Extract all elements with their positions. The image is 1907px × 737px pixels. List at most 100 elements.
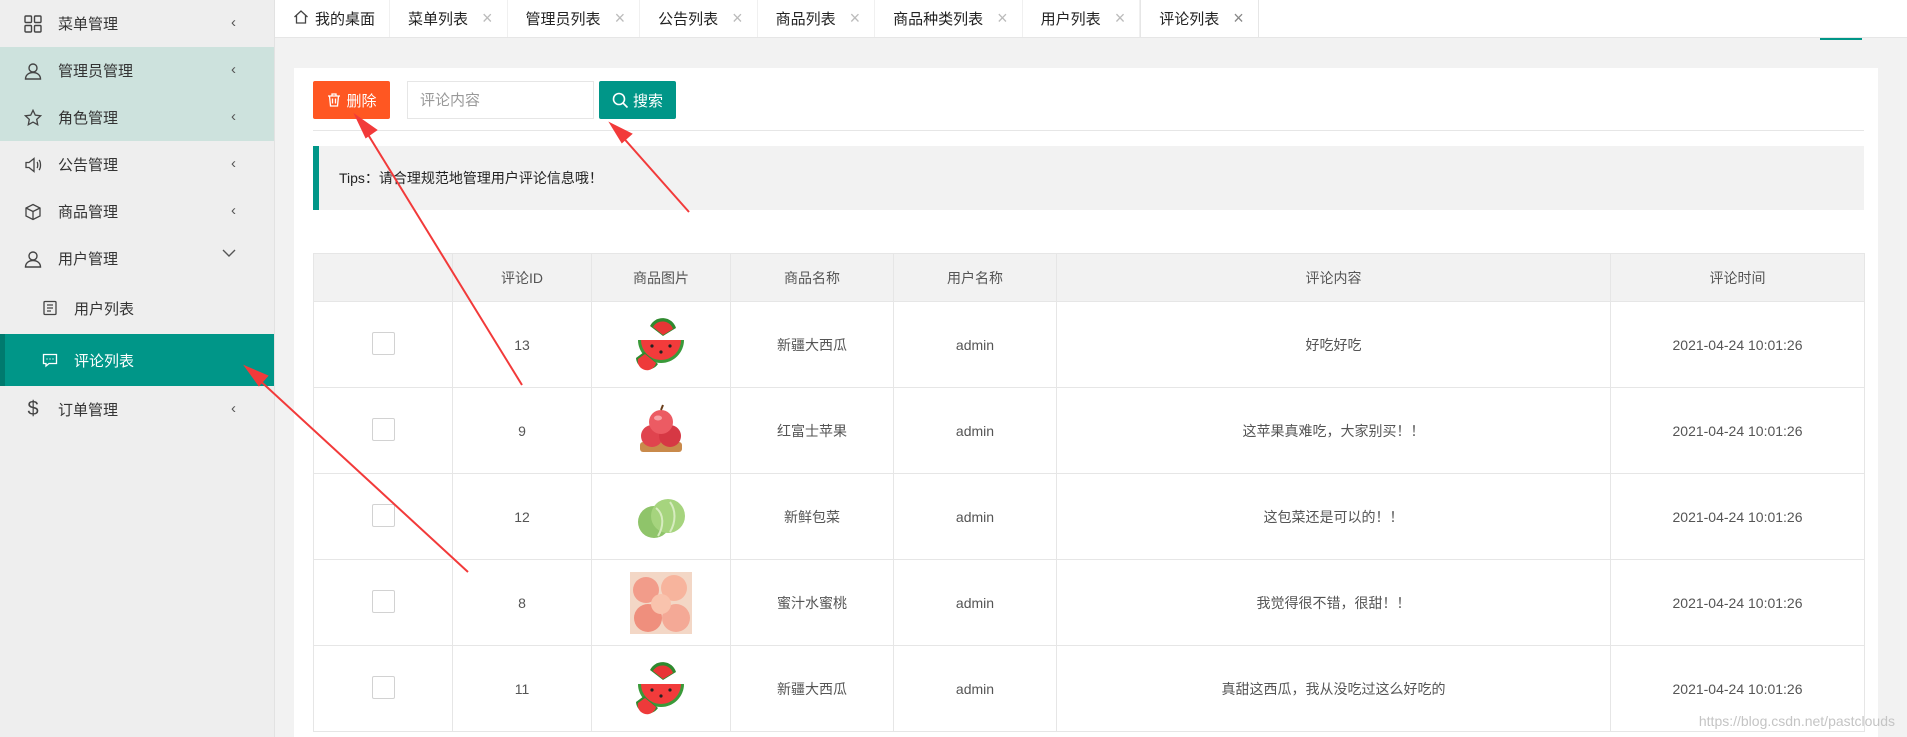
row-checkbox[interactable] [371,503,395,527]
sidebar-item-user-list[interactable]: 用户列表 [0,282,274,334]
comment-id: 12 [452,473,592,560]
column-header[interactable]: 商品名称 [730,253,894,302]
column-header [313,253,453,302]
comment-id: 8 [452,559,592,646]
column-header[interactable]: 评论时间 [1610,253,1865,302]
sidebar-item-label: 商品管理 [58,204,119,221]
column-header[interactable]: 评论内容 [1056,253,1611,302]
column-header[interactable]: 商品图片 [591,253,731,302]
table-row[interactable]: 8 蜜汁水蜜桃 admin 我觉得很不错，很甜！！ 2021-04-24 10:… [313,559,1865,646]
chevron-left-icon: ‹ [231,61,236,78]
tab-label: 公告列表 [658,11,719,28]
tab-menu-list[interactable]: 菜单列表 × [390,0,508,37]
tab-user-list[interactable]: 用户列表 × [1023,0,1141,37]
comment-time: 2021-04-24 10:01:26 [1610,559,1865,646]
trash-icon [328,93,341,107]
comment-id: 13 [452,301,592,388]
product-name: 新疆大西瓜 [730,645,894,732]
table-row[interactable]: 13 新疆大西瓜 admin 好吃好吃 2021-04-24 10:01:26 [313,301,1865,388]
sidebar-item-label: 管理员管理 [58,63,134,80]
search-input[interactable] [407,81,594,119]
sidebar-item-role-management[interactable]: 角色管理 ‹ [0,94,274,141]
cabbage-image [638,498,685,538]
sidebar-item-admin-management[interactable]: 管理员管理 ‹ [0,47,274,94]
apple-image [640,404,682,452]
row-checkbox[interactable] [371,331,395,355]
dollar-icon: $ [27,398,39,420]
tab-label: 用户列表 [1040,11,1101,28]
user-name: admin [893,645,1057,732]
user-name: admin [893,301,1057,388]
close-icon[interactable]: × [732,8,743,29]
chevron-left-icon: ‹ [231,14,236,31]
close-icon[interactable]: × [850,8,861,29]
comment-id: 11 [452,645,592,732]
sidebar-item-comment-list[interactable]: 评论列表 [0,334,274,386]
star-icon [22,107,44,129]
speaker-icon [22,154,44,176]
tab-bar: 我的桌面 菜单列表 × 管理员列表 × 公告列表 × 商品列表 × 商品种类列表… [275,0,1907,40]
tab-scroll-indicator [1820,0,1862,40]
chevron-left-icon: ‹ [231,202,236,219]
table-row[interactable]: 9 红富士苹果 admin 这苹果真难吃，大家别买！！ 2021-04-24 1… [313,387,1865,474]
comment-content: 好吃好吃 [1056,301,1611,388]
tab-goods-list[interactable]: 商品列表 × [758,0,876,37]
close-icon[interactable]: × [997,8,1008,29]
column-header[interactable]: 用户名称 [893,253,1057,302]
close-icon[interactable]: × [615,8,626,29]
sidebar-item-label: 公告管理 [58,157,119,174]
watermark: https://blog.csdn.net/pastclouds [1698,713,1895,729]
tab-label: 评论列表 [1159,11,1220,28]
table-row[interactable]: 12 新鲜包菜 admin 这包菜还是可以的！！ 2021-04-24 10:0… [313,473,1865,560]
tab-label: 商品列表 [775,11,836,28]
delete-button[interactable]: 删除 [313,81,390,119]
sidebar-item-goods-management[interactable]: 商品管理 ‹ [0,188,274,235]
sidebar-item-label: 评论列表 [74,352,135,370]
sidebar-item-label: 用户管理 [58,251,119,268]
product-name: 新鲜包菜 [730,473,894,560]
sidebar-item-label: 用户列表 [74,300,135,318]
list-icon [40,298,60,318]
chevron-left-icon: ‹ [231,155,236,172]
user-name: admin [893,559,1057,646]
tab-notice-list[interactable]: 公告列表 × [640,0,758,37]
tab-admin-list[interactable]: 管理员列表 × [508,0,641,37]
product-name: 新疆大西瓜 [730,301,894,388]
main-panel: 删除 搜索 Tips：请合理规范地管理用户评论信息哦！ 评论ID 商品图片 商品… [294,68,1878,737]
box-icon [22,201,44,223]
user-name: admin [893,473,1057,560]
chevron-down-icon [222,245,236,262]
tab-my-desktop[interactable]: 我的桌面 [275,0,391,37]
close-icon[interactable]: × [1115,8,1126,29]
tab-label: 商品种类列表 [893,11,984,28]
close-icon[interactable]: × [482,8,493,29]
peach-image [630,571,692,634]
chevron-left-icon: ‹ [231,108,236,125]
search-button[interactable]: 搜索 [599,81,676,119]
comment-id: 9 [452,387,592,474]
row-checkbox[interactable] [371,417,395,441]
sidebar-item-user-management[interactable]: 用户管理 [0,235,274,282]
sidebar-item-menu-management[interactable]: 菜单管理 ‹ [0,0,274,47]
sidebar-item-order-management[interactable]: $ 订单管理 ‹ [0,386,274,433]
tab-comment-list[interactable]: 评论列表 × [1140,0,1259,37]
comment-time: 2021-04-24 10:01:26 [1610,301,1865,388]
column-header[interactable]: 评论ID [452,253,592,302]
comment-time: 2021-04-24 10:01:26 [1610,387,1865,474]
delete-button-label: 删除 [346,92,377,110]
grid-icon [22,13,44,35]
row-checkbox[interactable] [371,675,395,699]
comment-table: 评论ID 商品图片 商品名称 用户名称 评论内容 评论时间 13 新疆大西瓜 a… [313,253,1865,732]
row-checkbox[interactable] [371,589,395,613]
product-name: 红富士苹果 [730,387,894,474]
comment-icon [40,350,60,370]
user-name: admin [893,387,1057,474]
sidebar-item-notice-management[interactable]: 公告管理 ‹ [0,141,274,188]
tab-goods-type-list[interactable]: 商品种类列表 × [875,0,1023,37]
user-icon [22,248,44,270]
search-icon [612,92,629,108]
table-row[interactable]: 11 新疆大西瓜 admin 真甜这西瓜，我从没吃过这么好吃的 2021-04-… [313,645,1865,732]
watermelon-image [636,317,684,370]
close-icon[interactable]: × [1233,8,1244,29]
sidebar: 菜单管理 ‹ 管理员管理 ‹ 角色管理 ‹ 公告管理 ‹ 商品管理 ‹ 用户管理 [0,0,275,737]
